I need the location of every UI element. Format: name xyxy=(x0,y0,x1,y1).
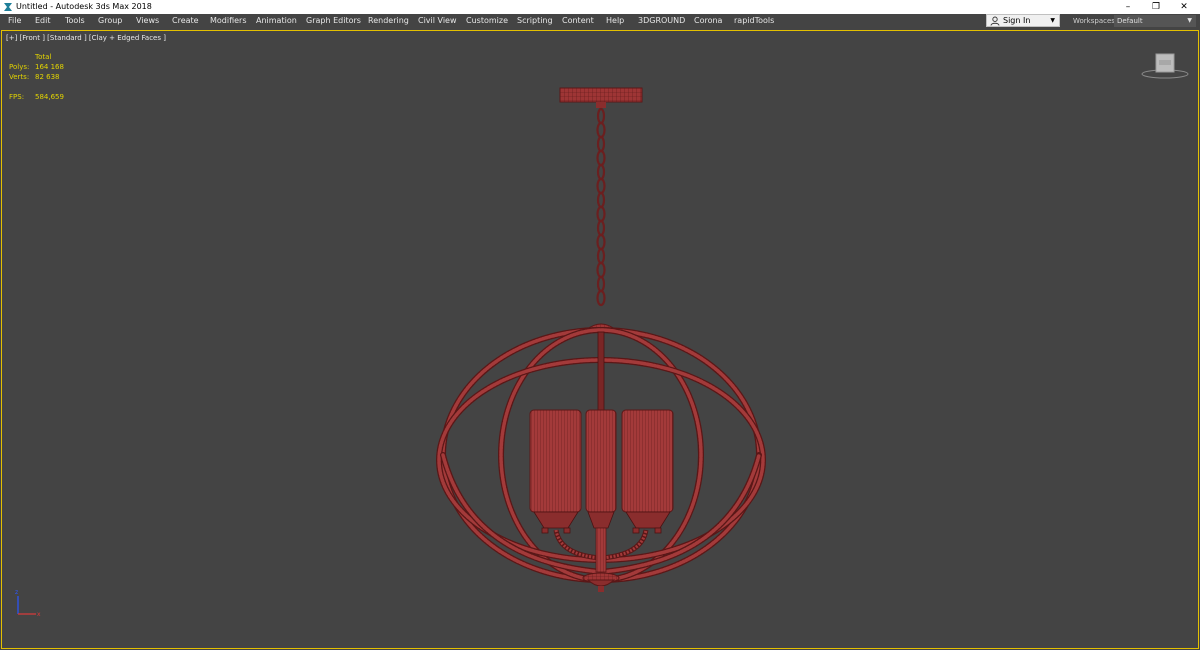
stats-header: Total xyxy=(35,53,52,61)
menu-group[interactable]: Group xyxy=(98,14,122,28)
3dsmax-logo-icon xyxy=(4,3,12,11)
menu-tools[interactable]: Tools xyxy=(65,14,85,28)
sign-in-dropdown[interactable]: Sign In ▼ xyxy=(986,14,1060,27)
verts-value: 82 638 xyxy=(35,73,60,81)
minimize-button[interactable]: – xyxy=(1114,0,1142,14)
fps-value: 584,659 xyxy=(35,93,64,101)
menu-help[interactable]: Help xyxy=(606,14,624,28)
menu-graph-editors[interactable]: Graph Editors xyxy=(306,14,361,28)
close-button[interactable]: ✕ xyxy=(1170,0,1198,14)
menu-create[interactable]: Create xyxy=(172,14,199,28)
menu-corona[interactable]: Corona xyxy=(694,14,722,28)
verts-label: Verts: xyxy=(9,73,30,81)
menu-views[interactable]: Views xyxy=(136,14,159,28)
workspace-value: Default xyxy=(1117,17,1143,25)
menu-3dground[interactable]: 3DGROUND xyxy=(638,14,685,28)
menu-file[interactable]: File xyxy=(8,14,21,28)
menu-rendering[interactable]: Rendering xyxy=(368,14,409,28)
window-title: Untitled - Autodesk 3ds Max 2018 xyxy=(16,2,152,11)
front-viewport[interactable]: [+] [Front ] [Standard ] [Clay + Edged F… xyxy=(1,30,1199,649)
restore-button[interactable]: ❐ xyxy=(1142,0,1170,14)
chevron-down-icon: ▼ xyxy=(1187,17,1192,24)
workspaces-label: Workspaces: xyxy=(1073,17,1118,25)
menu-animation[interactable]: Animation xyxy=(256,14,297,28)
sign-in-label: Sign In xyxy=(1003,16,1031,25)
viewcube-icon[interactable] xyxy=(1140,50,1190,80)
fps-label: FPS: xyxy=(9,93,25,101)
menu-content[interactable]: Content xyxy=(562,14,594,28)
chevron-down-icon: ▼ xyxy=(1050,17,1055,24)
menu-rapidtools[interactable]: rapidTools xyxy=(734,14,774,28)
menu-modifiers[interactable]: Modifiers xyxy=(210,14,247,28)
viewport-label[interactable]: [+] [Front ] [Standard ] [Clay + Edged F… xyxy=(6,34,166,42)
axis-tripod-icon: z x xyxy=(15,589,41,618)
user-icon xyxy=(990,16,1000,26)
svg-text:x: x xyxy=(37,611,41,618)
menu-edit[interactable]: Edit xyxy=(35,14,51,28)
menu-civil-view[interactable]: Civil View xyxy=(418,14,457,28)
title-bar: Untitled - Autodesk 3ds Max 2018 – ❐ ✕ xyxy=(0,0,1200,14)
svg-text:z: z xyxy=(15,589,18,596)
menu-scripting[interactable]: Scripting xyxy=(517,14,553,28)
menu-customize[interactable]: Customize xyxy=(466,14,508,28)
polys-label: Polys: xyxy=(9,63,30,71)
workspace-select[interactable]: Default ▼ xyxy=(1114,15,1196,27)
polys-value: 164 168 xyxy=(35,63,64,71)
